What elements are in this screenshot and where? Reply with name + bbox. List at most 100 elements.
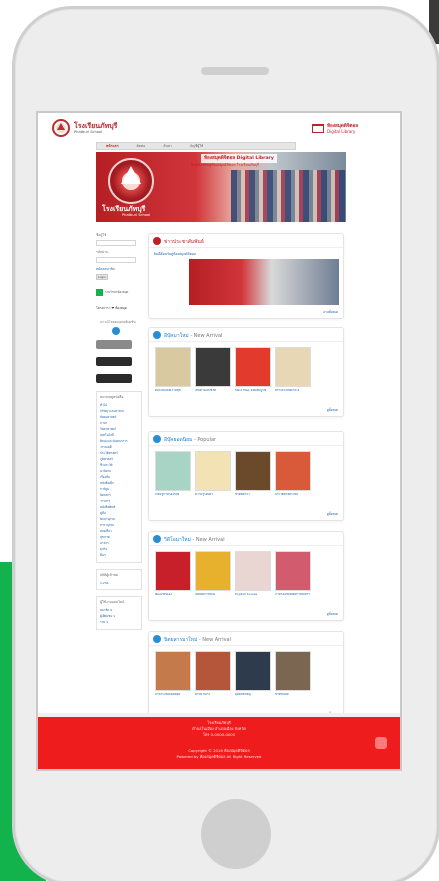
nav-item-account[interactable]: บัญชีผู้ใช้ xyxy=(181,144,212,149)
book-title[interactable]: ดอกไม้แห่งความสุข xyxy=(155,389,191,397)
book-title[interactable]: ประวัติศาสตร์ไทย xyxy=(275,493,311,501)
book-cover[interactable] xyxy=(275,451,311,491)
book-cover[interactable] xyxy=(195,347,231,387)
category-link[interactable]: สังคมศาสตร์ xyxy=(100,415,138,420)
book-cover[interactable] xyxy=(275,551,311,591)
book-cover[interactable] xyxy=(155,551,191,591)
category-link[interactable]: ท่องเที่ยว xyxy=(100,529,138,534)
book-item[interactable]: เส้นทางแห่งชีวิต xyxy=(195,347,231,397)
book-item[interactable]: ชีวิตที่ดีกว่า xyxy=(235,451,271,501)
book-cover[interactable] xyxy=(235,651,271,691)
category-link[interactable]: ปรัชญาและศาสนา xyxy=(100,409,138,414)
book-title[interactable]: สร้างแรงบันดาลใจ xyxy=(275,389,311,397)
book-item[interactable]: ภาษาอังกฤษเพื่อการสื่อสาร xyxy=(275,551,311,601)
category-link[interactable]: สุขภาพ xyxy=(100,535,138,540)
category-link[interactable]: วรรณคดี xyxy=(100,445,138,450)
book-cover[interactable] xyxy=(155,651,191,691)
app-icon[interactable] xyxy=(112,327,120,335)
category-link[interactable]: ทั่วไป xyxy=(100,403,138,408)
book-item[interactable]: Mind Map ฉบับสมบูรณ์ xyxy=(235,347,271,397)
book-cover[interactable] xyxy=(235,551,271,591)
category-link[interactable]: ประวัติศาสตร์ xyxy=(100,451,138,456)
login-button[interactable]: Login xyxy=(96,274,108,280)
category-link[interactable]: พจนานุกรม xyxy=(100,517,138,522)
category-link[interactable]: สารานุกรม xyxy=(100,523,138,528)
book-title[interactable]: ครัวบ้านเรา xyxy=(195,693,231,701)
book-item[interactable]: บุคคลสำคัญ xyxy=(235,651,271,701)
book-cover[interactable] xyxy=(275,651,311,691)
category-link[interactable]: ชีวประวัติ xyxy=(100,463,138,468)
nav-item-home[interactable]: หน้าแรก xyxy=(97,144,128,149)
book-cover[interactable] xyxy=(155,347,191,387)
category-link[interactable]: หนังสือพิมพ์ xyxy=(100,505,138,510)
section-more-link[interactable]: ดูทั้งหมด xyxy=(327,408,338,413)
section-more-link[interactable]: ดูทั้งหมด xyxy=(327,612,338,617)
book-cover[interactable] xyxy=(235,451,271,491)
book-title[interactable]: ชีวิตชนบท xyxy=(275,693,311,701)
section-title[interactable]: วีดีโอมาใหม่ - New Arrival xyxy=(164,536,225,544)
book-item[interactable]: ดอกไม้แห่งความสุข xyxy=(155,347,191,397)
section-more-link[interactable]: ดูทั้งหมด xyxy=(327,512,338,517)
nav-item-contact[interactable]: ติดต่อ xyxy=(128,144,155,149)
book-item[interactable]: ประวัติศาสตร์ไทย xyxy=(275,451,311,501)
category-link[interactable]: ศิลปะและนันทนาการ xyxy=(100,439,138,444)
book-title[interactable]: บุคคลสำคัญ xyxy=(235,693,271,701)
section-title[interactable]: อีบุ๊คยอดนิยม - Popular xyxy=(164,436,216,444)
password-input[interactable] xyxy=(96,257,136,263)
promo-badge-1[interactable]: ร่วมรักษาห้องสมุด xyxy=(96,288,136,296)
book-item[interactable]: เทคนิคการสอน xyxy=(195,551,231,601)
category-link[interactable]: อาหาร xyxy=(100,541,138,546)
book-title[interactable]: English Course xyxy=(235,593,271,601)
app-store-badge-icon[interactable] xyxy=(96,357,132,366)
category-link[interactable]: เรื่องสั้น xyxy=(100,475,138,480)
register-link[interactable]: สมัครสมาชิก xyxy=(96,267,140,272)
nav-item-search[interactable]: ค้นหา xyxy=(154,144,181,149)
category-link[interactable]: นิตยสาร xyxy=(100,493,138,498)
book-title[interactable]: ความรู้รอบตัว xyxy=(195,493,231,501)
book-item[interactable]: English Course xyxy=(235,551,271,601)
google-play-badge-icon[interactable] xyxy=(96,374,132,383)
category-link[interactable]: นวนิยาย xyxy=(100,469,138,474)
news-more-link[interactable]: อ่านทั้งหมด xyxy=(323,310,338,315)
book-item[interactable]: ครัวบ้านเรา xyxy=(195,651,231,701)
category-link[interactable]: คู่มือ xyxy=(100,511,138,516)
category-link[interactable]: ภาษา xyxy=(100,421,138,426)
book-cover[interactable] xyxy=(275,347,311,387)
book-item[interactable]: พัฒนาตนเอง xyxy=(155,551,191,601)
section-title[interactable]: นิตยสารมาใหม่ - New Arrival xyxy=(164,636,231,644)
category-link[interactable]: อื่นๆ xyxy=(100,553,138,558)
news-image[interactable] xyxy=(189,259,339,305)
book-title[interactable]: เทคนิคการสอน xyxy=(195,593,231,601)
category-link[interactable]: วารสาร xyxy=(100,499,138,504)
book-item[interactable]: สร้างแรงบันดาลใจ xyxy=(275,347,311,397)
book-item[interactable]: อาหารไทยยอดนิยม xyxy=(155,651,191,701)
category-link[interactable]: วิทยาศาสตร์ xyxy=(100,427,138,432)
category-link[interactable]: การ์ตูน xyxy=(100,487,138,492)
section-title[interactable]: อีบุ๊คมาใหม่ - New Arrival xyxy=(164,332,222,340)
book-cover[interactable] xyxy=(195,551,231,591)
book-cover[interactable] xyxy=(195,651,231,691)
book-title[interactable]: ชีวิตที่ดีกว่า xyxy=(235,493,271,501)
book-item[interactable]: เรียนรู้ภาษาอังกฤษ xyxy=(155,451,191,501)
web-app-badge-icon[interactable] xyxy=(96,340,132,349)
category-link[interactable]: ภูมิศาสตร์ xyxy=(100,457,138,462)
book-item[interactable]: ความรู้รอบตัว xyxy=(195,451,231,501)
book-cover[interactable] xyxy=(155,451,191,491)
username-input[interactable] xyxy=(96,240,136,246)
promo-badge-2[interactable]: โครงการ I ❤ ห้องสมุด xyxy=(96,304,136,312)
category-link[interactable]: หนังสือเด็ก xyxy=(100,481,138,486)
category-link[interactable]: ธุรกิจ xyxy=(100,547,138,552)
book-title[interactable]: ภาษาอังกฤษเพื่อการสื่อสาร xyxy=(275,593,311,601)
book-title[interactable]: อาหารไทยยอดนิยม xyxy=(155,693,191,701)
book-title[interactable]: พัฒนาตนเอง xyxy=(155,593,191,601)
book-item[interactable]: ชีวิตชนบท xyxy=(275,651,311,701)
book-cover[interactable] xyxy=(195,451,231,491)
book-title[interactable]: เส้นทางแห่งชีวิต xyxy=(195,389,231,397)
book-title[interactable]: เรียนรู้ภาษาอังกฤษ xyxy=(155,493,191,501)
news-link[interactable]: ยินดีต้อนรับสู่ห้องสมุดดิจิตอล xyxy=(154,252,196,257)
book-cover[interactable] xyxy=(235,347,271,387)
phone-home-button[interactable] xyxy=(201,799,271,869)
book-title[interactable]: Mind Map ฉบับสมบูรณ์ xyxy=(235,389,271,397)
category-link[interactable]: เทคโนโลยี xyxy=(100,433,138,438)
footer-logo-icon[interactable] xyxy=(375,737,387,749)
